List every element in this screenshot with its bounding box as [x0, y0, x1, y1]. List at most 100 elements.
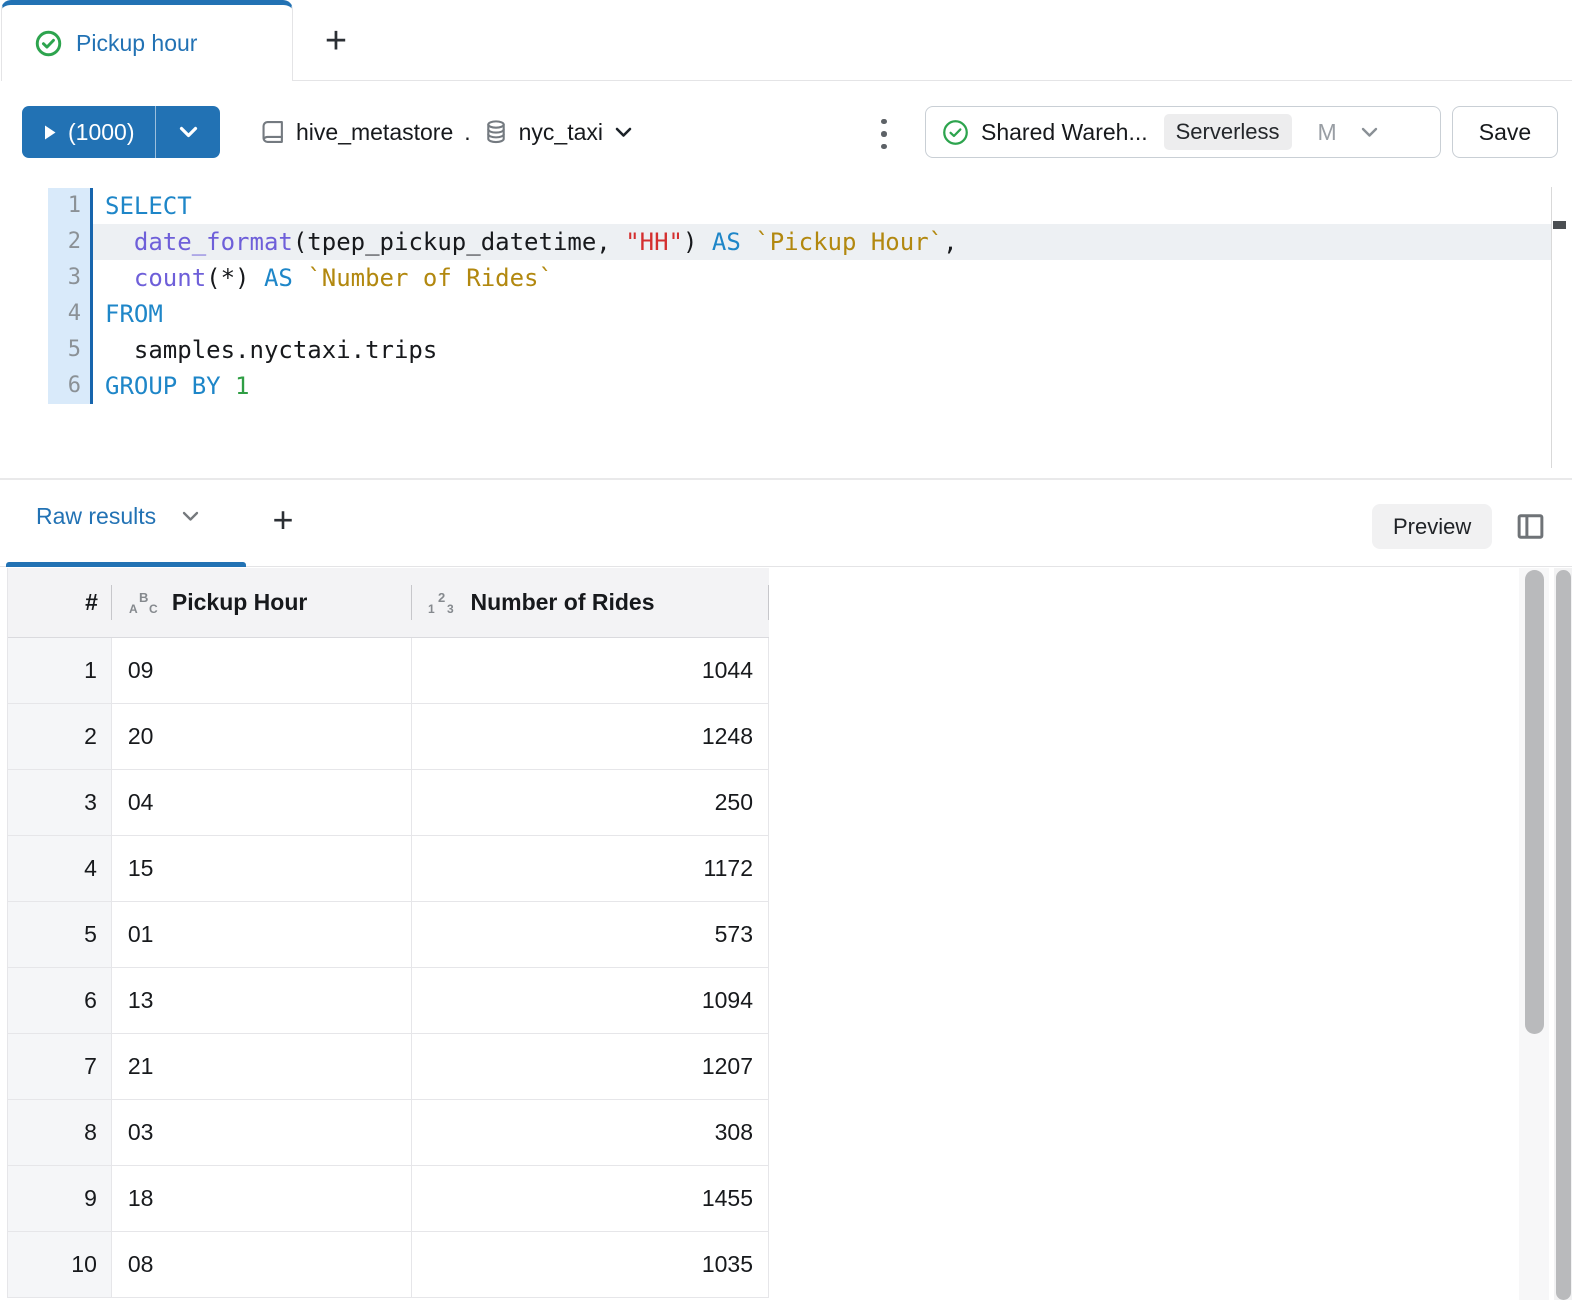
table-cell: 1044 — [412, 638, 769, 704]
table-row[interactable]: 304250 — [8, 770, 769, 836]
schema-name: nyc_taxi — [519, 119, 603, 146]
catalog-name: hive_metastore — [296, 119, 453, 146]
line-number: 3 — [48, 260, 90, 296]
run-limit-label: (1000) — [68, 119, 134, 146]
active-results-tab-indicator — [6, 562, 246, 567]
svg-text:1: 1 — [428, 602, 435, 616]
table-cell: 5 — [8, 902, 112, 968]
run-options-caret[interactable] — [156, 106, 220, 158]
table-row[interactable]: 501573 — [8, 902, 769, 968]
table-cell: 20 — [112, 704, 413, 770]
catalog-separator: . — [464, 119, 470, 146]
table-row[interactable]: 7211207 — [8, 1034, 769, 1100]
database-icon — [482, 118, 510, 146]
table-row[interactable]: 6131094 — [8, 968, 769, 1034]
warehouse-size: M — [1318, 119, 1337, 146]
abc-type-icon: A B C — [128, 589, 160, 617]
table-cell: 13 — [112, 968, 413, 1034]
add-visualization-button[interactable]: + — [262, 494, 304, 546]
table-row[interactable]: 1091044 — [8, 638, 769, 704]
play-icon — [43, 124, 57, 141]
column-header-number-of-rides[interactable]: 1 2 3 Number of Rides — [412, 568, 769, 637]
chevron-down-icon — [179, 126, 198, 138]
code-line[interactable]: FROM — [93, 296, 1552, 332]
table-cell: 10 — [8, 1232, 112, 1298]
overview-cursor-mark — [1553, 221, 1566, 229]
warehouse-selector[interactable]: Shared Wareh... Serverless M — [925, 106, 1441, 158]
line-number: 5 — [48, 332, 90, 368]
chevron-down-icon — [615, 127, 632, 138]
table-cell: 18 — [112, 1166, 413, 1232]
code-line[interactable]: GROUP BY 1 — [93, 368, 1552, 404]
table-cell: 1248 — [412, 704, 769, 770]
page-scrollbar-thumb[interactable] — [1556, 570, 1571, 1300]
svg-text:B: B — [139, 590, 148, 605]
table-row[interactable]: 2201248 — [8, 704, 769, 770]
svg-text:2: 2 — [438, 590, 445, 605]
warehouse-name: Shared Wareh... — [981, 119, 1148, 146]
code-line[interactable]: date_format(tpep_pickup_datetime, "HH") … — [93, 224, 1552, 260]
code-line[interactable]: SELECT — [93, 188, 1552, 224]
column-label: Number of Rides — [470, 589, 654, 616]
row-number-header[interactable]: # — [8, 568, 112, 637]
results-table-body: 1091044220124830425041511725015736131094… — [8, 638, 769, 1298]
table-row[interactable]: 803308 — [8, 1100, 769, 1166]
run-button: (1000) — [22, 106, 220, 158]
svg-text:3: 3 — [447, 602, 454, 616]
code-line[interactable]: count(*) AS `Number of Rides` — [93, 260, 1552, 296]
check-circle-icon — [942, 119, 969, 146]
tab-pickup-hour[interactable]: Pickup hour — [1, 0, 293, 81]
table-cell: 250 — [412, 770, 769, 836]
catalog-schema-selector[interactable]: hive_metastore . nyc_taxi — [259, 106, 632, 158]
table-cell: 01 — [112, 902, 413, 968]
save-button[interactable]: Save — [1452, 106, 1558, 158]
table-cell: 1094 — [412, 968, 769, 1034]
svg-text:A: A — [129, 602, 138, 616]
sql-editor-page: Pickup hour + (1000) hive_metastore . — [0, 0, 1572, 1300]
line-number: 2 — [48, 224, 90, 260]
results-scrollbar-thumb[interactable] — [1525, 570, 1544, 1034]
table-cell: 2 — [8, 704, 112, 770]
table-cell: 04 — [112, 770, 413, 836]
line-number: 6 — [48, 368, 90, 404]
table-cell: 09 — [112, 638, 413, 704]
table-cell: 1207 — [412, 1034, 769, 1100]
table-cell: 4 — [8, 836, 112, 902]
chevron-down-icon — [1361, 127, 1378, 138]
tab-label: Pickup hour — [76, 30, 197, 57]
table-row[interactable]: 9181455 — [8, 1166, 769, 1232]
table-cell: 15 — [112, 836, 413, 902]
new-tab-button[interactable]: + — [316, 16, 356, 66]
check-circle-icon — [35, 30, 62, 57]
table-cell: 1 — [8, 638, 112, 704]
table-row[interactable]: 10081035 — [8, 1232, 769, 1298]
table-cell: 21 — [112, 1034, 413, 1100]
table-cell: 1455 — [412, 1166, 769, 1232]
table-cell: 3 — [8, 770, 112, 836]
chevron-down-icon — [182, 511, 199, 522]
preview-button[interactable]: Preview — [1372, 504, 1492, 549]
results-tab-label: Raw results — [36, 503, 156, 530]
kebab-menu-icon[interactable] — [874, 111, 894, 157]
results-tab-raw[interactable]: Raw results — [36, 503, 199, 530]
table-cell: 08 — [112, 1232, 413, 1298]
results-table-header: # A B C Pickup Hour 1 2 3 — [8, 568, 769, 638]
tabbar-divider — [293, 80, 1572, 81]
editor-gutter: 123456 — [48, 188, 93, 404]
serverless-badge: Serverless — [1164, 114, 1292, 150]
table-row[interactable]: 4151172 — [8, 836, 769, 902]
side-panel-icon[interactable] — [1513, 507, 1547, 545]
table-cell: 8 — [8, 1100, 112, 1166]
book-icon — [259, 118, 287, 146]
column-label: Pickup Hour — [172, 589, 307, 616]
table-cell: 6 — [8, 968, 112, 1034]
editor-code[interactable]: SELECT date_format(tpep_pickup_datetime,… — [93, 188, 1552, 404]
code-line[interactable]: samples.nyctaxi.trips — [93, 332, 1552, 368]
number-type-icon: 1 2 3 — [426, 589, 458, 617]
column-header-pickup-hour[interactable]: A B C Pickup Hour — [112, 568, 413, 637]
editor-results-divider[interactable] — [0, 478, 1572, 480]
table-cell: 7 — [8, 1034, 112, 1100]
run-query-button[interactable]: (1000) — [22, 106, 155, 158]
table-cell: 9 — [8, 1166, 112, 1232]
table-cell: 573 — [412, 902, 769, 968]
